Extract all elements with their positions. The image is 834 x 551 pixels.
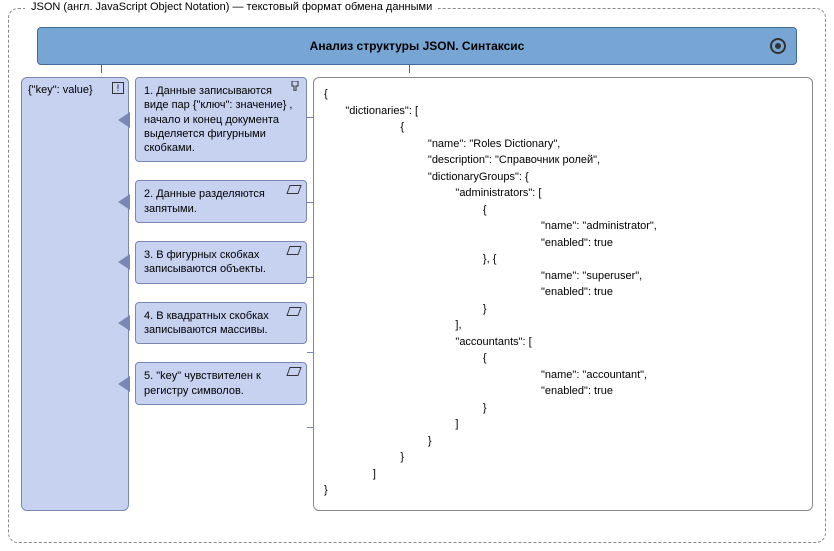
arrow-left-icon (118, 255, 129, 269)
exclamation-icon: ! (112, 82, 124, 94)
note-5: 5. "key" чувствителен к регистру символо… (135, 362, 307, 405)
note-text: 5. "key" чувствителен к регистру символо… (144, 370, 261, 396)
arrow-left-icon (118, 377, 129, 391)
arrow-left-icon (118, 316, 129, 330)
content-row: {"key": value} ! 1. Данные записываются … (21, 77, 813, 511)
note-text: 4. В квадратных скобках записываются мас… (144, 310, 269, 336)
parallelogram-icon (286, 367, 301, 376)
frame-title: JSON (англ. JavaScript Object Notation) … (25, 1, 438, 13)
note-text: 2. Данные разделяются запятыми. (144, 188, 265, 214)
note-4: 4. В квадратных скобках записываются мас… (135, 302, 307, 345)
parallelogram-icon (286, 185, 301, 194)
header-bar: Анализ структуры JSON. Синтаксис (37, 27, 797, 65)
arrow-left-icon (118, 113, 129, 127)
connector-r3 (307, 277, 313, 278)
target-icon (770, 38, 786, 54)
note-text: 3. В фигурных скобках записываются объек… (144, 249, 266, 275)
connector-r1 (307, 117, 313, 118)
diagram-frame: JSON (англ. JavaScript Object Notation) … (8, 8, 826, 543)
note-2: 2. Данные разделяются запятыми. (135, 180, 307, 223)
note-text: 1. Данные записываются виде пар {"ключ":… (144, 85, 292, 154)
connector-r4 (307, 352, 313, 353)
notes-column: 1. Данные записываются виде пар {"ключ":… (135, 77, 307, 511)
key-value-label: {"key": value} (28, 84, 93, 96)
json-code-panel: { "dictionaries": [ { "name": "Roles Dic… (313, 77, 813, 511)
connector-r2 (307, 202, 313, 203)
note-3: 3. В фигурных скобках записываются объек… (135, 241, 307, 284)
pin-icon (290, 81, 300, 91)
header-title: Анализ структуры JSON. Синтаксис (310, 39, 525, 53)
parallelogram-icon (286, 246, 301, 255)
json-code: { "dictionaries": [ { "name": "Roles Dic… (324, 88, 657, 496)
parallelogram-icon (286, 307, 301, 316)
key-value-block: {"key": value} ! (21, 77, 129, 511)
arrow-left-icon (118, 195, 129, 209)
connector-r5 (307, 427, 313, 428)
note-1: 1. Данные записываются виде пар {"ключ":… (135, 77, 307, 162)
